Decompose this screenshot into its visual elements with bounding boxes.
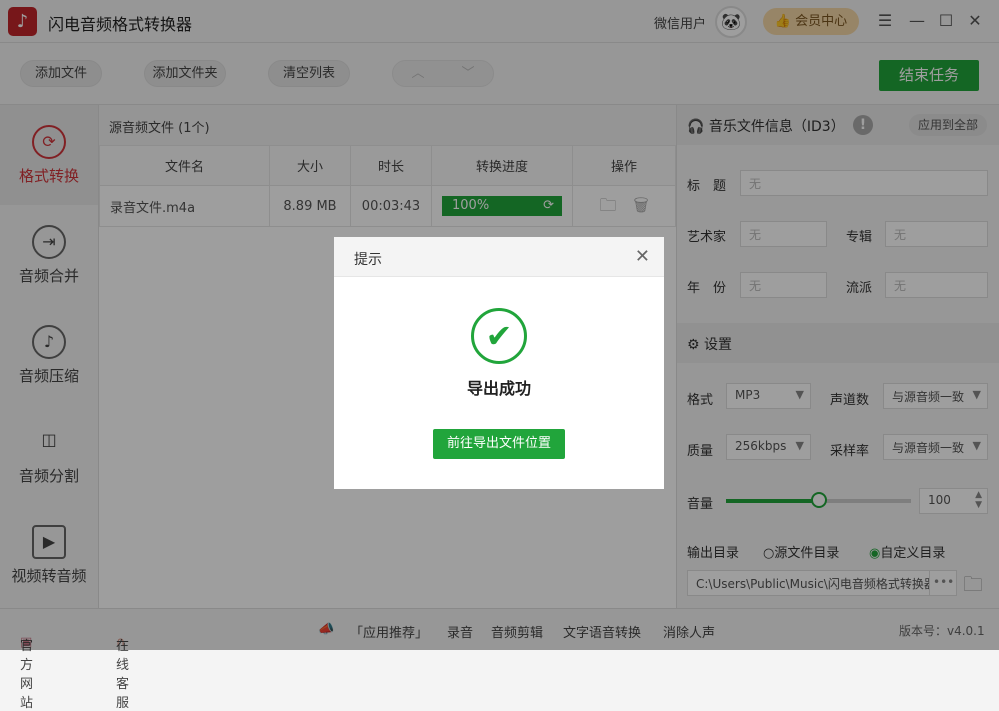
open-output-location-button[interactable]: 前往导出文件位置 xyxy=(433,429,565,459)
dialog-title: 提示 xyxy=(354,252,382,268)
dialog-header: 提示 xyxy=(334,237,664,277)
check-circle-icon: ✔ xyxy=(471,308,527,364)
success-dialog: 提示 ✕ ✔ 导出成功 前往导出文件位置 xyxy=(334,237,664,489)
success-message: 导出成功 xyxy=(334,375,664,399)
close-icon[interactable]: ✕ xyxy=(635,246,650,267)
